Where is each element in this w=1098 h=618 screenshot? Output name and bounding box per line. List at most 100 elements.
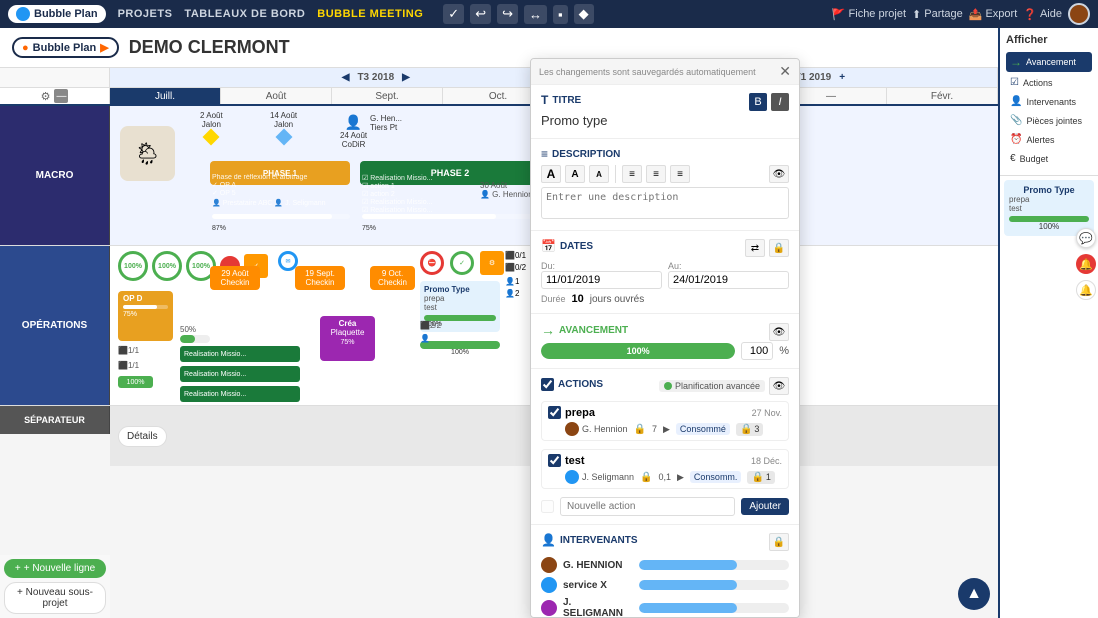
nav-projets[interactable]: PROJETS: [118, 8, 173, 20]
real-bar-1[interactable]: Realisation Missio...: [180, 346, 300, 362]
dates-grid: Du: Au:: [541, 261, 789, 289]
lock-dates-btn[interactable]: 🔒: [769, 239, 789, 257]
autosave-text: Les changements sont sauvegardés automat…: [539, 67, 756, 77]
afficher-intervenants[interactable]: 👤 Intervenants: [1006, 93, 1092, 110]
align-right-btn[interactable]: ≡: [670, 165, 690, 183]
chat-btn[interactable]: 💬: [1076, 228, 1096, 248]
afficher-budget[interactable]: € Budget: [1006, 150, 1092, 167]
prepa-date: 27 Nov.: [752, 408, 782, 418]
afficher-avancement[interactable]: → Avancement: [1006, 52, 1092, 72]
percent-box: 100%: [118, 376, 153, 388]
checkin-2[interactable]: 19 Sept. Checkin: [295, 266, 345, 290]
desc-textarea[interactable]: [541, 187, 789, 219]
project-logo-text: Bubble Plan: [33, 42, 97, 54]
op-d-box[interactable]: OP D 75%: [118, 291, 173, 341]
actions-label: ACTIONS: [541, 378, 603, 391]
details-btn[interactable]: Détails: [118, 426, 167, 447]
eye-btn[interactable]: 👁: [769, 165, 789, 183]
prepa-consomme: Consommé: [676, 423, 730, 435]
font-md-btn[interactable]: A: [565, 165, 585, 183]
circle-1[interactable]: 100%: [118, 251, 148, 281]
date-to-input[interactable]: [668, 271, 789, 289]
servicex-avatar: [541, 577, 557, 593]
new-action-input[interactable]: [560, 497, 735, 516]
titre-input[interactable]: [541, 111, 789, 130]
percent-input[interactable]: [741, 342, 773, 360]
align-left-btn[interactable]: ≡: [622, 165, 642, 183]
ajouter-btn[interactable]: Ajouter: [741, 498, 789, 515]
logo-text: Bubble Plan: [34, 8, 98, 20]
right-user-icons: ⬛0/1 ⬛0/2 👤1 👤2: [505, 251, 526, 298]
crea-plaquette[interactable]: Créa Plaquette 75%: [320, 316, 375, 361]
planif-badge[interactable]: Planification avancée: [659, 380, 765, 392]
font-sm-btn[interactable]: A: [589, 165, 609, 183]
minus-btn[interactable]: —: [54, 89, 68, 103]
bold-btn[interactable]: B: [749, 93, 767, 111]
milestone-1[interactable]: 2 Août Jalon: [200, 111, 223, 143]
actions-eye-btn[interactable]: 👁: [769, 377, 789, 395]
afficher-pieces[interactable]: 📎 Pièces jointes: [1006, 112, 1092, 129]
modal-close-btn[interactable]: ✕: [779, 63, 791, 80]
user-icon-right: 👤: [420, 334, 430, 343]
small-circles: ⬛1/1: [118, 346, 139, 355]
user-avatar[interactable]: [1068, 3, 1090, 25]
right-panel: Afficher → Avancement ☑ Actions 👤 Interv…: [998, 28, 1098, 618]
servicex-bar-container: [639, 580, 789, 590]
check-btn[interactable]: ✓: [443, 4, 464, 24]
fiche-projet-btn[interactable]: 🚩 Fiche projet: [832, 8, 906, 21]
titre-section: T TITRE B I: [531, 85, 799, 139]
arrows-btn[interactable]: ↔: [524, 5, 547, 24]
intervenants-eye-btn[interactable]: 🔒: [769, 533, 789, 551]
date-from-input[interactable]: [541, 271, 662, 289]
real-bar-3[interactable]: Realisation Missio...: [180, 386, 300, 402]
macro-icon[interactable]: 🌦: [120, 126, 175, 181]
checkin-1[interactable]: 29 Août Checkin: [210, 266, 260, 290]
nav-meeting[interactable]: BUBBLE MEETING: [317, 8, 423, 20]
hennion-name: G. HENNION: [563, 560, 633, 571]
small-circles2: ⬛1/1: [118, 361, 139, 370]
font-lg-btn[interactable]: A: [541, 165, 561, 183]
checkin-3[interactable]: 9 Oct. Checkin: [370, 266, 415, 290]
notif-btn[interactable]: 🔔: [1076, 254, 1096, 274]
afficher-alertes[interactable]: ⏰ Alertes: [1006, 131, 1092, 148]
afficher-actions[interactable]: ☑ Actions: [1006, 74, 1092, 91]
duree-value: 10: [572, 293, 584, 305]
diamond-btn[interactable]: ◆: [574, 4, 594, 24]
undo-btn[interactable]: ↩: [470, 4, 491, 24]
timeline-label-col: [0, 68, 110, 87]
aide-btn[interactable]: ❓ Aide: [1023, 8, 1062, 21]
prepa-user: G. Hennion: [565, 422, 628, 436]
month-aout: Août: [221, 88, 332, 104]
period-t3-label: T3 2018: [357, 68, 394, 88]
prepa-checkbox[interactable]: [548, 406, 561, 419]
new-line-btn[interactable]: ++ Nouvelle ligne: [4, 559, 106, 578]
logo-button[interactable]: Bubble Plan: [8, 5, 106, 23]
partage-btn[interactable]: ⬆ Partage: [912, 8, 963, 21]
italic-btn[interactable]: I: [771, 93, 789, 111]
new-sub-btn[interactable]: + Nouveau sous-projet: [4, 582, 106, 614]
bell-btn[interactable]: 🔔: [1076, 280, 1096, 300]
settings-icon[interactable]: ⚙: [41, 90, 51, 103]
logo-bubble-icon: [16, 7, 30, 21]
screen-btn[interactable]: ▪: [553, 5, 568, 24]
scroll-up-btn[interactable]: ▲: [958, 578, 990, 610]
project-view: ● Bubble Plan ▶ DEMO CLERMONT ◀ T3 2018 …: [0, 28, 998, 618]
project-header: ● Bubble Plan ▶ DEMO CLERMONT: [0, 28, 998, 68]
redo-btn[interactable]: ↪: [497, 4, 518, 24]
actions-checkbox[interactable]: [541, 378, 554, 391]
avancement-eye-btn[interactable]: 👁: [769, 323, 789, 341]
milestone-2[interactable]: 14 Août Jalon: [270, 111, 297, 143]
intervenants-section: 👤 INTERVENANTS 🔒 G. HENNION service X: [531, 525, 799, 618]
side-floating-btns: 💬 🔔 🔔: [1076, 228, 1096, 300]
nav-tableaux[interactable]: TABLEAUX DE BORD: [184, 8, 305, 20]
export-btn[interactable]: 📤 Export: [969, 8, 1018, 21]
months-header: ⚙ — Juill. Août Sept. Oct. — Janv. — Fév…: [0, 88, 998, 106]
hennion-bar: [639, 560, 737, 570]
test-checkbox[interactable]: [548, 454, 561, 467]
circle-2[interactable]: 100%: [152, 251, 182, 281]
align-center-btn[interactable]: ≡: [646, 165, 666, 183]
share-dates-btn[interactable]: ⇄: [745, 239, 765, 257]
real-bar-2[interactable]: Realisation Missio...: [180, 366, 300, 382]
avancement-bar-row: 100% %: [541, 342, 789, 360]
user-codb: 👤 24 Août CoDiR: [340, 114, 367, 149]
